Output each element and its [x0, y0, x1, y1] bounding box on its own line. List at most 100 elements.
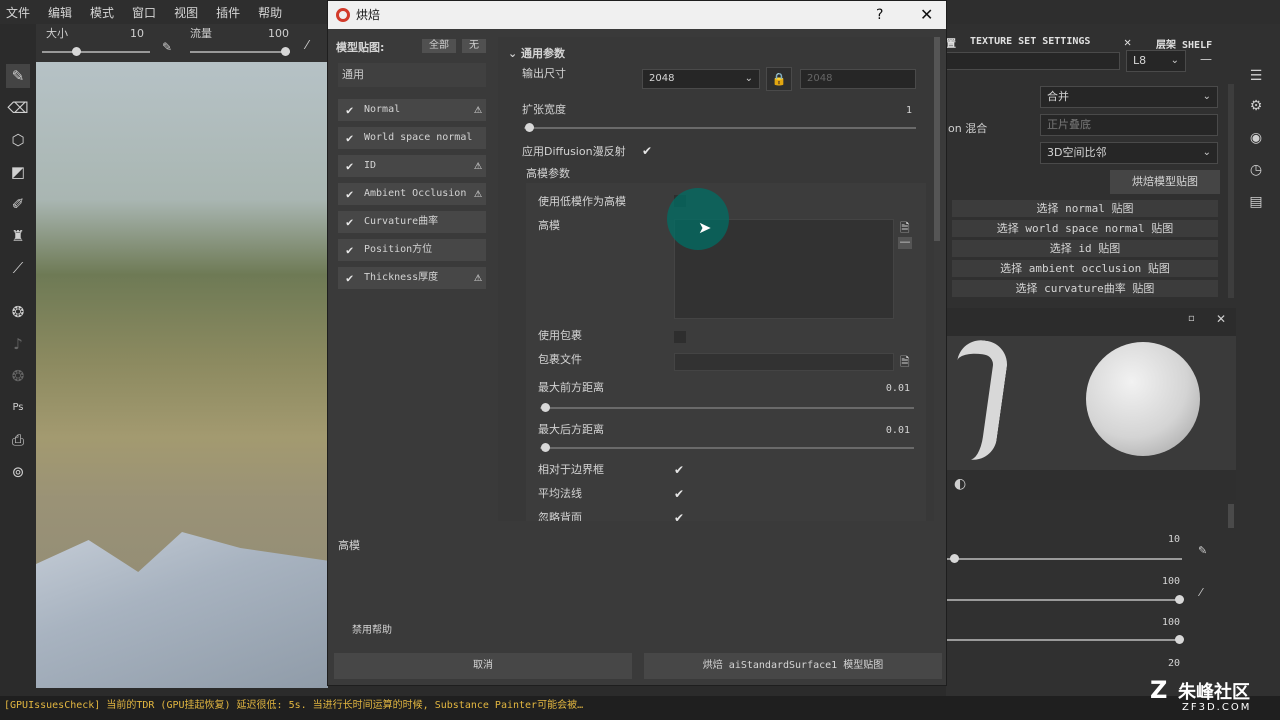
map-item-thickness[interactable]: ✔ Thickness厚度 ⚠ [338, 267, 486, 289]
clone-stamp-icon[interactable]: ♜ [6, 224, 30, 248]
output-size-dropdown[interactable]: 2048 ⌄ [642, 69, 760, 89]
paint-brush-icon[interactable]: ✎ [6, 64, 30, 88]
ignore-backface-checkbox[interactable]: ✔ [674, 511, 684, 521]
map-item-world-space-normal[interactable]: ✔ World space normal [338, 127, 486, 149]
export-icon[interactable]: ⎙ [6, 428, 30, 452]
dialog-close-icon[interactable]: ✕ [920, 1, 933, 29]
close-icon[interactable]: ✕ [1124, 35, 1131, 49]
property-slider-2[interactable] [946, 599, 1182, 601]
property-slider-2-thumb[interactable] [1175, 595, 1184, 604]
size-slider-thumb[interactable] [72, 47, 81, 56]
cancel-button[interactable]: 取消 [334, 653, 632, 679]
dilation-value[interactable]: 1 [876, 105, 912, 116]
select-curvature-button[interactable]: 选择 curvature曲率 贴图 [952, 280, 1218, 297]
flow-slider-thumb[interactable] [281, 47, 290, 56]
photoshop-icon[interactable]: Ps [6, 396, 30, 420]
flow-slider[interactable] [190, 51, 290, 53]
pen-small-icon[interactable]: ⁄ [1200, 586, 1202, 599]
apply-diffusion-checkbox[interactable]: ✔ [642, 144, 652, 158]
3d-neighbor-dropdown[interactable]: 3D空间比邻 ⌄ [1040, 142, 1218, 164]
projection-icon[interactable]: ⬡ [6, 128, 30, 152]
layers-icon[interactable]: ☰ [1246, 68, 1266, 88]
preview-close-icon[interactable]: ✕ [1216, 312, 1226, 326]
highpoly-params-section[interactable]: 高模参数 [526, 165, 570, 181]
layer-name-field[interactable] [946, 52, 1120, 70]
pen-icon[interactable]: ⁄ [306, 38, 308, 52]
output-size-locked-field[interactable]: 2048 [800, 69, 916, 89]
select-none-button[interactable]: 无 [462, 39, 486, 53]
max-front-value[interactable]: 0.01 [868, 383, 910, 394]
shelf-tab[interactable]: 层架 SHELF [1156, 36, 1212, 51]
cage-file-field[interactable] [674, 353, 894, 371]
max-front-slider-thumb[interactable] [541, 403, 550, 412]
material-picker-icon[interactable]: ❂ [6, 300, 30, 324]
property-slider-1-thumb[interactable] [950, 554, 959, 563]
menu-window[interactable]: 窗口 [132, 4, 156, 21]
merge-dropdown[interactable]: 合并 ⌄ [1040, 86, 1218, 108]
map-item-id[interactable]: ✔ ID ⚠ [338, 155, 486, 177]
select-id-button[interactable]: 选择 id 贴图 [952, 240, 1218, 257]
settings-gray-icon[interactable]: ❂ [6, 364, 30, 388]
property-slider-3[interactable] [946, 639, 1182, 641]
brush-small-icon[interactable]: ✎ [1198, 544, 1207, 557]
settings-icon[interactable]: ⚙ [1246, 98, 1266, 118]
select-all-button[interactable]: 全部 [422, 39, 456, 53]
brush-icon[interactable]: ✎ [162, 40, 172, 54]
polygon-fill-icon[interactable]: ◩ [6, 160, 30, 184]
history-icon[interactable]: ◷ [1246, 162, 1266, 182]
property-slider-1[interactable] [946, 558, 1182, 560]
smudge-icon[interactable]: ✐ [6, 192, 30, 216]
bell-icon[interactable]: ♪ [6, 332, 30, 356]
average-normals-checkbox[interactable]: ✔ [674, 487, 684, 501]
params-area: ⌄ 通用参数 输出尺寸 2048 ⌄ 🔒 2048 扩张宽度 1 应用Diffus… [498, 37, 934, 521]
bake-mesh-maps-button[interactable]: 烘焙模型贴图 [1110, 170, 1220, 194]
eraser-icon[interactable]: ⌫ [6, 96, 30, 120]
remove-icon[interactable]: — [898, 236, 912, 249]
maximize-icon[interactable]: ▫ [1188, 313, 1195, 324]
menu-view[interactable]: 视图 [174, 4, 198, 21]
panel-title[interactable]: TEXTURE SET SETTINGS [970, 36, 1090, 47]
max-rear-slider-thumb[interactable] [541, 443, 550, 452]
params-scrollbar[interactable] [934, 37, 940, 241]
map-item-curvature[interactable]: ✔ Curvature曲率 [338, 211, 486, 233]
3d-viewport[interactable] [36, 62, 328, 688]
relative-bbox-checkbox[interactable]: ✔ [674, 463, 684, 477]
lower-scrollbar[interactable] [1228, 504, 1234, 528]
color-picker-icon[interactable]: ⟋ [6, 256, 30, 280]
property-slider-3-thumb[interactable] [1175, 635, 1184, 644]
map-item-ambient-occlusion[interactable]: ✔ Ambient Occlusion ⚠ [338, 183, 486, 205]
max-front-slider[interactable] [540, 407, 914, 409]
display-icon[interactable]: ◉ [1246, 130, 1266, 150]
log-icon[interactable]: ▤ [1246, 194, 1266, 214]
max-rear-value[interactable]: 0.01 [868, 425, 910, 436]
select-ao-button[interactable]: 选择 ambient occlusion 贴图 [952, 260, 1218, 277]
dilation-slider[interactable] [524, 127, 916, 129]
select-normal-button[interactable]: 选择 normal 贴图 [952, 200, 1218, 217]
menu-mode[interactable]: 模式 [90, 4, 114, 21]
file-open-icon[interactable]: 🗎 [900, 353, 910, 374]
section-common-params[interactable]: ⌄ 通用参数 [508, 45, 565, 61]
blend-mode-field[interactable]: 正片叠底 [1040, 114, 1218, 136]
select-wsn-button[interactable]: 选择 world space normal 贴图 [952, 220, 1218, 237]
dilation-slider-thumb[interactable] [525, 123, 534, 132]
panel-tab-prev[interactable]: 置 [946, 35, 956, 50]
minus-icon[interactable]: — [1200, 52, 1212, 66]
moon-icon[interactable]: ◐ [954, 476, 966, 492]
disable-help-link[interactable]: 禁用帮助 [352, 621, 392, 636]
lock-icon[interactable]: 🔒 [766, 67, 792, 91]
bake-button[interactable]: 烘焙 aiStandardSurface1 模型贴图 [644, 653, 942, 679]
panel-scrollbar[interactable] [1228, 84, 1234, 298]
menu-edit[interactable]: 编辑 [48, 4, 72, 21]
map-item-normal[interactable]: ✔ Normal ⚠ [338, 99, 486, 121]
menu-plugins[interactable]: 插件 [216, 4, 240, 21]
menu-file[interactable]: 文件 [6, 4, 30, 21]
help-icon[interactable]: ? [876, 1, 883, 29]
max-rear-slider[interactable] [540, 447, 914, 449]
use-cage-checkbox[interactable] [674, 331, 686, 343]
map-item-position[interactable]: ✔ Position方位 [338, 239, 486, 261]
size-slider[interactable] [42, 51, 150, 53]
common-params-item[interactable]: 通用 [338, 63, 486, 87]
menu-help[interactable]: 帮助 [258, 4, 282, 21]
l8-dropdown[interactable]: L8 ⌄ [1126, 50, 1186, 72]
substance-icon[interactable]: ⊚ [6, 460, 30, 484]
